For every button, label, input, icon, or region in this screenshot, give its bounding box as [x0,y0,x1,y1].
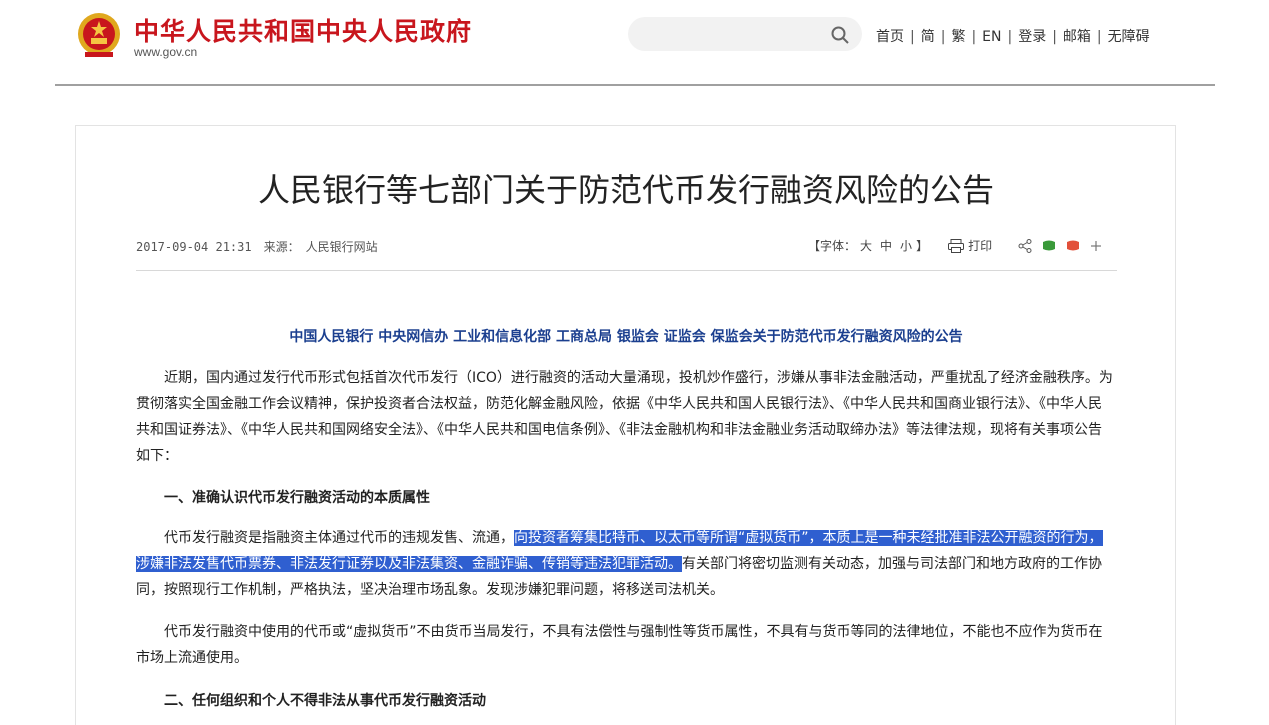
publish-date: 2017-09-04 21:31 [136,240,252,254]
nav-login[interactable]: 登录 [1012,29,1052,45]
nav-mail[interactable]: 邮箱 [1057,29,1097,45]
source-name: 人民银行网站 [305,240,378,254]
nav-english[interactable]: EN [976,29,1007,45]
site-header: 中华人民共和国中央人民政府 www.gov.cn 首页 | 简 | 繁 | EN | 登录 | 邮箱… [0,0,1269,86]
font-size-label-end: 】 [916,239,929,253]
article-title: 人民银行等七部门关于防范代币发行融资风险的公告 [257,171,994,209]
font-size-medium[interactable]: 中 [880,237,892,254]
font-size-large[interactable]: 大 [860,237,872,254]
article-tools: 【字体： 大 中 小 】 打印 [808,237,1102,254]
site-title[interactable]: 中华人民共和国中央人民政府 [134,12,472,48]
meta-divider [136,270,1117,271]
source-label: 来源： [263,240,300,254]
search-input[interactable] [628,17,862,51]
article-meta: 2017-09-04 21:31 来源： 人民银行网站 [136,238,378,255]
national-emblem-icon[interactable] [77,12,121,60]
share-toolbar [1018,238,1102,253]
announcement-subtitle: 中国人民银行 中央网信办 工业和信息化部 工商总局 银监会 证监会 保监会关于防… [289,329,963,345]
paragraph-virtual-currency: 代币发行融资中使用的代币或“虚拟货币”不由货币当局发行，不具有法偿性与强制性等货… [136,624,1103,666]
paragraph-text: 代币发行融资是指融资主体通过代币的违规发售、流通， [164,530,514,546]
header-divider [55,84,1215,86]
nav-home[interactable]: 首页 [870,29,910,45]
weibo-share-icon[interactable] [1066,240,1080,252]
site-url: www.gov.cn [134,45,198,59]
font-size-small[interactable]: 小 [900,237,912,254]
print-button[interactable]: 打印 [948,237,992,254]
wechat-share-icon[interactable] [1042,240,1056,252]
more-share-icon[interactable] [1090,240,1102,252]
nav-simplified[interactable]: 简 [915,29,941,45]
print-label: 打印 [968,239,993,253]
section-heading-2: 二、任何组织和个人不得非法从事代币发行融资活动 [164,693,486,709]
nav-traditional[interactable]: 繁 [945,29,971,45]
paragraph-definition: 代币发行融资是指融资主体通过代币的违规发售、流通，向投资者筹集比特币、以太币等所… [136,525,1114,603]
top-nav: 首页 | 简 | 繁 | EN | 登录 | 邮箱 | 无障碍 [870,26,1156,46]
font-size-label: 【字体： [808,239,857,253]
paragraph-intro: 近期，国内通过发行代币形式包括首次代币发行（ICO）进行融资的活动大量涌现，投机… [136,370,1113,464]
printer-icon [948,238,965,253]
nav-accessibility[interactable]: 无障碍 [1102,29,1156,45]
search-icon[interactable] [830,25,850,45]
section-heading-1: 一、准确认识代币发行融资活动的本质属性 [164,490,430,506]
share-icon[interactable] [1018,238,1032,253]
